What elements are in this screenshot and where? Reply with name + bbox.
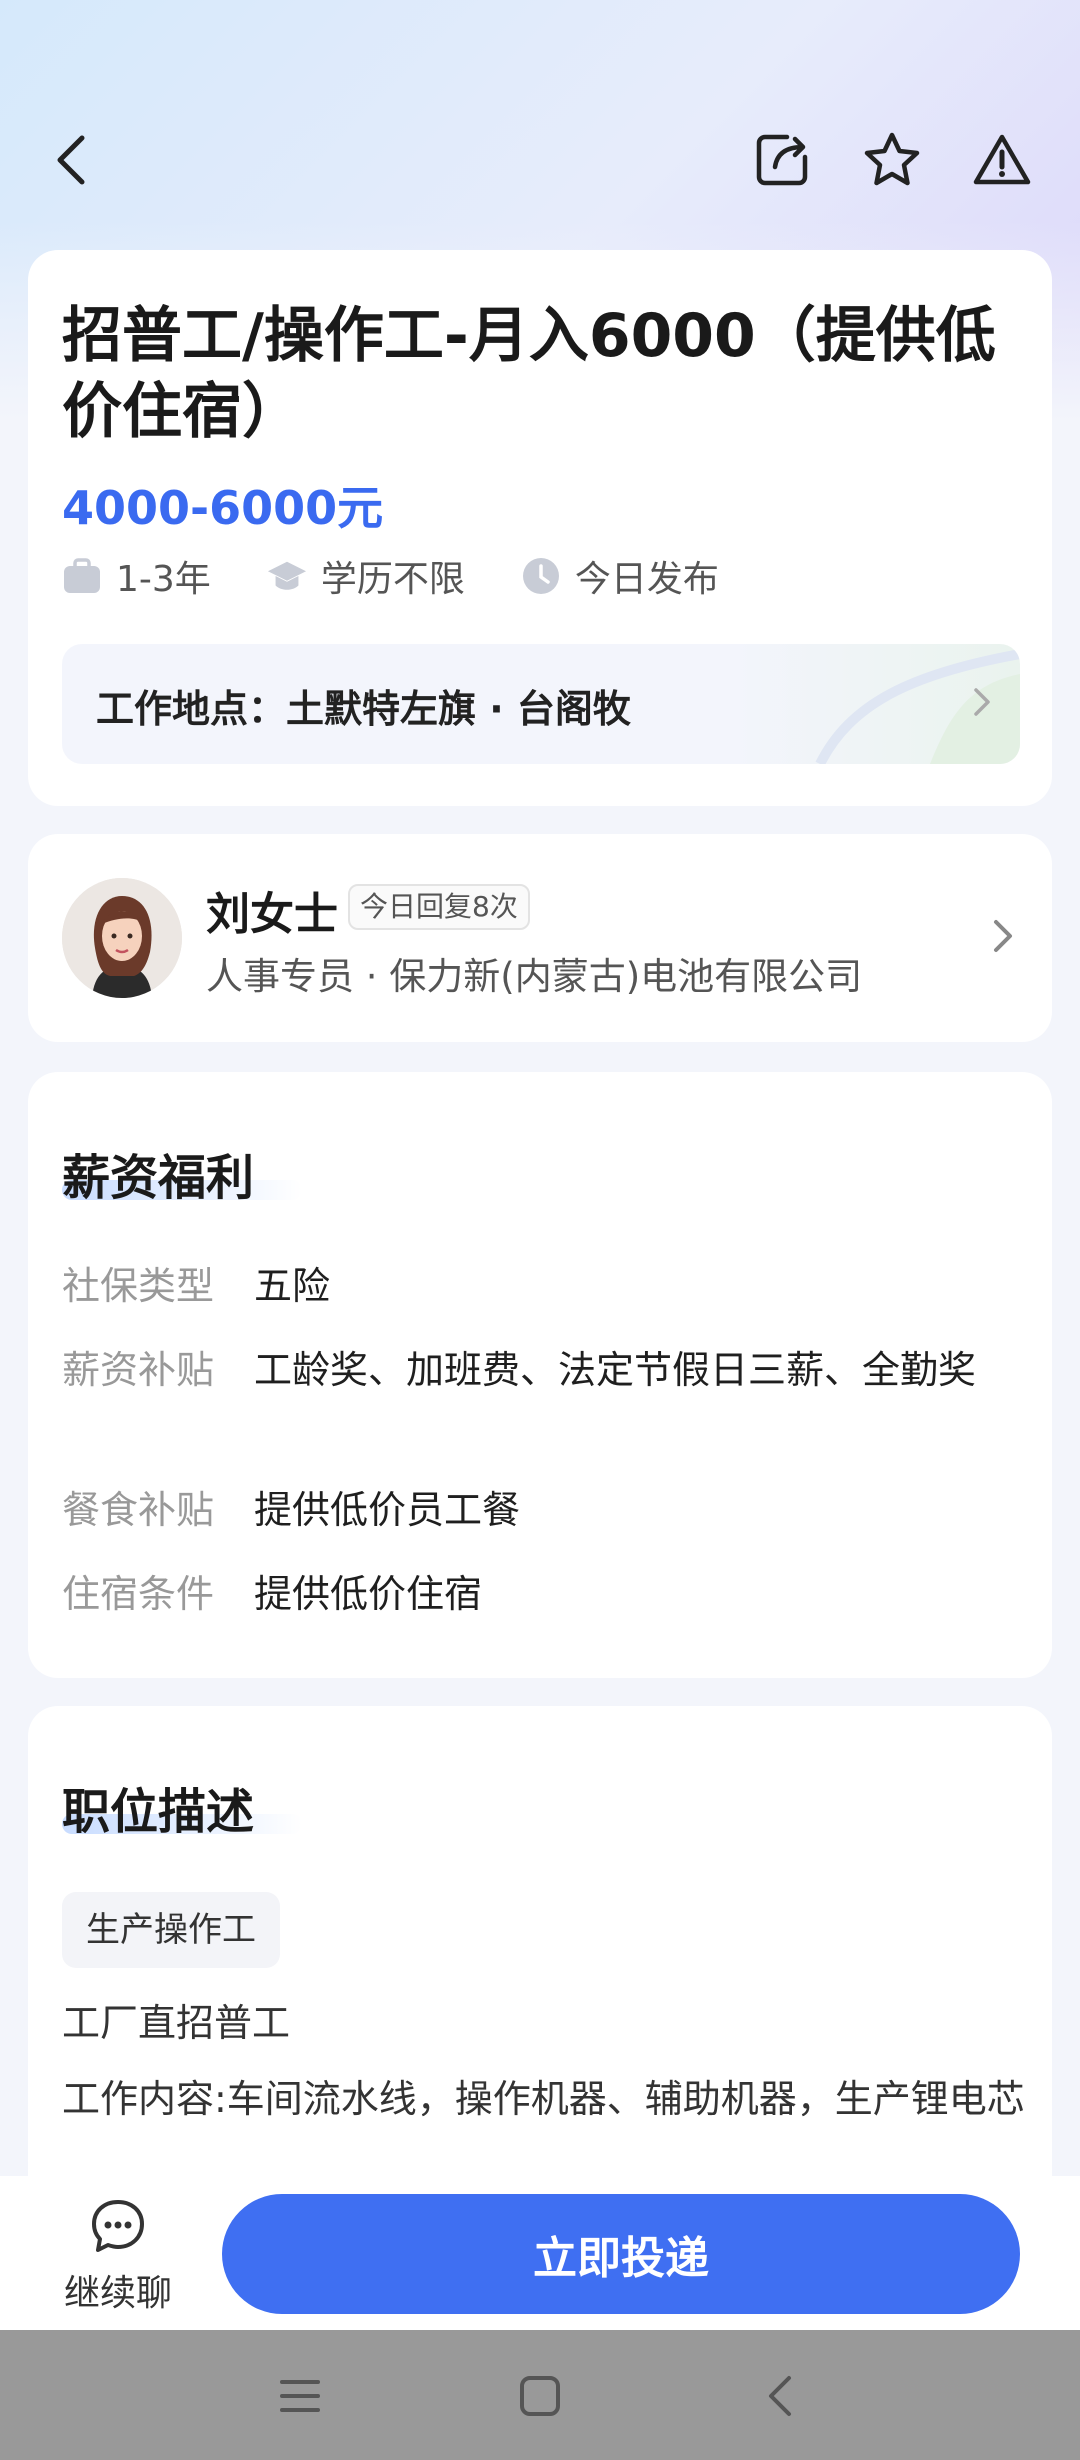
benefit-value: 工龄奖、加班费、法定节假日三薪、全勤奖 [254, 1348, 977, 1392]
job-summary-card: 招普工/操作工-月入6000（提供低价住宿） 4000-6000元 1-3年 学… [28, 250, 1052, 806]
star-icon[interactable] [860, 128, 924, 192]
recruiter-subtitle: 人事专员 · 保力新(内蒙古)电池有限公司 [206, 955, 863, 998]
continue-chat-button[interactable]: 继续聊 [58, 2198, 178, 2316]
tag-experience: 1-3年 [62, 550, 211, 602]
recruiter-card[interactable]: 刘女士 今日回复8次 人事专员 · 保力新(内蒙古)电池有限公司 [28, 834, 1052, 1042]
chat-bubble-icon [92, 2200, 144, 2252]
benefit-value: 提供低价员工餐 [254, 1488, 521, 1532]
menu-icon[interactable] [270, 2366, 330, 2426]
benefit-key: 薪资补贴 [62, 1348, 215, 1392]
continue-chat-label: 继续聊 [63, 2273, 172, 2314]
bottom-action-bar: 继续聊 立即投递 [0, 2176, 1080, 2330]
location-text: 工作地点：土默特左旗 · 台阁牧 [96, 687, 631, 731]
category-chip: 生产操作工 [62, 1892, 280, 1968]
back-icon[interactable] [40, 128, 104, 192]
location-row[interactable]: 工作地点：土默特左旗 · 台阁牧 [62, 644, 1020, 764]
top-nav [0, 110, 1080, 210]
back-nav-icon[interactable] [750, 2366, 810, 2426]
system-nav-bar [0, 2330, 1080, 2460]
warning-icon[interactable] [970, 128, 1034, 192]
apply-button[interactable]: 立即投递 [222, 2194, 1020, 2314]
clock-icon [521, 556, 561, 596]
section-title: 薪资福利 [62, 1150, 255, 1206]
job-title: 招普工/操作工-月入6000（提供低价住宿） [62, 301, 996, 447]
graduation-cap-icon [267, 556, 307, 596]
chevron-right-icon [970, 682, 994, 726]
reply-badge: 今日回复8次 [348, 884, 530, 930]
description-line: 工作内容:车间流水线，操作机器、辅助机器，生产锂电芯 [62, 2077, 1025, 2121]
tag-education: 学历不限 [267, 550, 465, 602]
share-icon[interactable] [750, 128, 814, 192]
tag-posted: 今日发布 [521, 550, 719, 602]
benefit-value: 提供低价住宿 [254, 1572, 483, 1616]
chevron-right-icon [990, 914, 1016, 962]
tag-label: 1-3年 [116, 559, 211, 600]
tag-label: 学历不限 [320, 559, 465, 600]
home-icon[interactable] [510, 2366, 570, 2426]
benefit-value: 五险 [254, 1264, 331, 1308]
avatar [62, 878, 182, 998]
benefit-key: 住宿条件 [62, 1572, 215, 1616]
benefits-card: 薪资福利 社保类型 五险 薪资补贴 工龄奖、加班费、法定节假日三薪、全勤奖 餐食… [28, 1072, 1052, 1678]
job-tags: 1-3年 学历不限 今日发布 [62, 550, 775, 602]
benefit-key: 餐食补贴 [62, 1488, 215, 1532]
tag-label: 今日发布 [574, 559, 719, 600]
benefit-key: 社保类型 [62, 1264, 215, 1308]
salary: 4000-6000元 [62, 481, 384, 535]
description-line: 工厂直招普工 [62, 2001, 291, 2045]
briefcase-icon [62, 556, 102, 596]
recruiter-name: 刘女士 [206, 889, 338, 940]
section-title: 职位描述 [62, 1784, 255, 1840]
